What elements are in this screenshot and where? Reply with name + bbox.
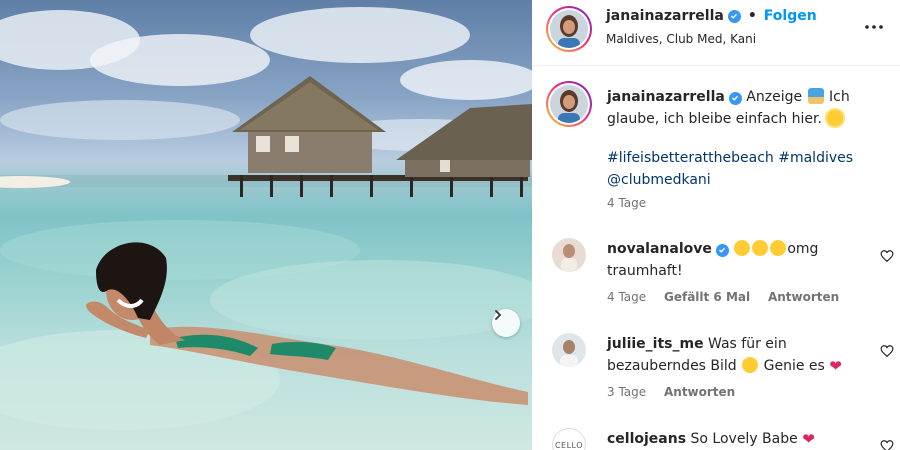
heart-outline-icon[interactable] xyxy=(880,439,894,450)
commenter-avatar[interactable] xyxy=(552,333,586,367)
star-struck-emoji-icon xyxy=(752,240,769,256)
heart-eyes-emoji-icon xyxy=(742,357,759,373)
post-photo[interactable] xyxy=(0,0,532,450)
post-sidebar: janainazarrella • Folgen Maldives, Club … xyxy=(532,0,900,450)
commenter-username[interactable]: juliie_its_me xyxy=(607,336,704,352)
caption-text: janainazarrella Anzeige Ich glaube, ich … xyxy=(607,86,867,130)
post-location[interactable]: Maldives, Club Med, Kani xyxy=(606,32,756,46)
avatar-photo-icon xyxy=(552,333,586,367)
verified-badge-icon xyxy=(715,243,729,257)
commenter-username[interactable]: novalanalove xyxy=(607,241,712,257)
comment-meta: 3 Tage Antworten xyxy=(607,385,749,399)
caption-ad-label: Anzeige xyxy=(746,89,803,105)
caption-author-avatar[interactable] xyxy=(546,81,592,127)
verified-badge-icon xyxy=(728,91,742,105)
comment-likes[interactable]: Gefällt 6 Mal xyxy=(664,290,750,304)
comment-text: juliie_its_me Was für ein bezauberndes B… xyxy=(607,333,857,377)
comment-timestamp[interactable]: 3 Tage xyxy=(607,385,646,399)
avatar-photo-icon xyxy=(550,10,588,48)
sun-emoji-icon xyxy=(827,110,844,126)
comment-body-end: Genie es xyxy=(763,358,825,374)
reply-button[interactable]: Antworten xyxy=(768,290,839,304)
red-heart-emoji-icon: ❤ xyxy=(829,357,842,375)
avatar-photo-icon xyxy=(552,238,586,272)
comment-body: So Lovely Babe xyxy=(690,431,798,447)
comment-timestamp[interactable]: 4 Tage xyxy=(607,290,646,304)
follow-button[interactable]: Folgen xyxy=(764,8,817,24)
caption-username[interactable]: janainazarrella xyxy=(607,89,725,105)
comment-text: novalanalove omg traumhaft! xyxy=(607,238,857,282)
caption-hashtags[interactable]: #lifeisbetteratthebeach #maldives @clubm… xyxy=(607,147,867,191)
red-heart-emoji-icon: ❤ xyxy=(802,430,815,448)
verified-badge-icon xyxy=(727,9,741,23)
star-struck-emoji-icon xyxy=(770,240,787,256)
caption-timestamp[interactable]: 4 Tage xyxy=(607,196,646,210)
post-header: janainazarrella • Folgen Maldives, Club … xyxy=(532,0,900,66)
reply-button[interactable]: Antworten xyxy=(664,385,735,399)
star-struck-emoji-icon xyxy=(734,240,751,256)
comment-meta: 4 Tage Gefällt 6 Mal Antworten xyxy=(607,290,853,304)
separator-dot: • xyxy=(747,8,757,24)
heart-outline-icon[interactable] xyxy=(880,249,894,263)
next-photo-button[interactable] xyxy=(492,309,520,337)
author-avatar[interactable] xyxy=(546,6,592,52)
avatar-logo-text: CELLO xyxy=(554,440,584,450)
commenter-username[interactable]: cellojeans xyxy=(607,431,686,447)
beach-photo-illustration xyxy=(0,7,532,430)
beach-umbrella-emoji-icon xyxy=(807,88,824,104)
more-options-icon xyxy=(865,25,883,29)
avatar-photo-icon xyxy=(550,85,588,123)
chevron-right-icon xyxy=(495,310,502,320)
author-username[interactable]: janainazarrella xyxy=(606,8,724,24)
author-username-row: janainazarrella • Folgen xyxy=(606,8,817,24)
comment-text: cellojeans So Lovely Babe ❤ xyxy=(607,428,857,450)
more-options-button[interactable] xyxy=(862,17,886,37)
commenter-avatar[interactable] xyxy=(552,238,586,272)
commenter-avatar[interactable]: CELLO xyxy=(552,428,586,450)
heart-outline-icon[interactable] xyxy=(880,344,894,358)
